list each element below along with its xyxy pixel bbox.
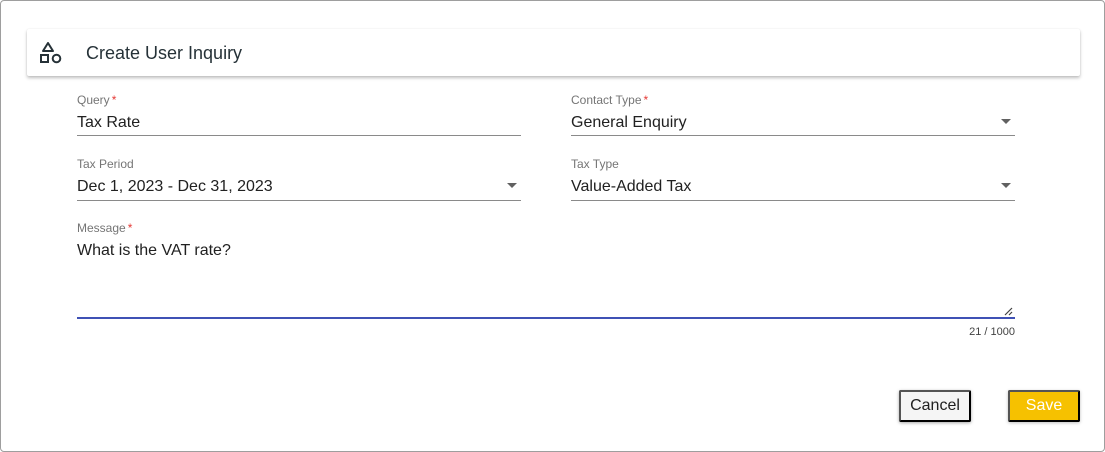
contact-type-select[interactable]: Contact Type * General Enquiry xyxy=(571,93,1015,137)
message-underline xyxy=(77,317,1015,319)
tax-period-value: Dec 1, 2023 - Dec 31, 2023 xyxy=(77,178,273,195)
tax-period-label: Tax Period xyxy=(77,157,134,171)
chevron-down-icon[interactable] xyxy=(507,183,517,188)
character-counter: 21 / 1000 xyxy=(969,326,1015,338)
chevron-down-icon[interactable] xyxy=(1001,119,1011,124)
create-inquiry-dialog: Create User Inquiry Query * Tax Rate Cont… xyxy=(0,0,1105,452)
message-label: Message * xyxy=(77,221,133,235)
tax-type-label: Tax Type xyxy=(571,157,619,171)
query-label: Query * xyxy=(77,93,117,107)
tax-period-select[interactable]: Tax Period Dec 1, 2023 - Dec 31, 2023 xyxy=(77,157,521,203)
message-field[interactable]: Message * What is the VAT rate? 21 / 1000 xyxy=(77,221,1015,341)
save-button[interactable]: Save xyxy=(1008,390,1080,422)
message-textarea[interactable]: What is the VAT rate? xyxy=(77,241,1015,261)
cancel-button[interactable]: Cancel xyxy=(899,390,971,422)
query-input[interactable]: Tax Rate xyxy=(77,113,521,133)
shapes-icon xyxy=(39,41,63,65)
tax-type-value: Value-Added Tax xyxy=(571,178,692,195)
query-field[interactable]: Query * Tax Rate xyxy=(77,93,521,137)
contact-type-value: General Enquiry xyxy=(571,114,687,131)
contact-type-label: Contact Type * xyxy=(571,93,649,107)
chevron-down-icon[interactable] xyxy=(1001,183,1011,188)
tax-type-select[interactable]: Tax Type Value-Added Tax xyxy=(571,157,1015,203)
dialog-header: Create User Inquiry xyxy=(27,29,1080,76)
dialog-title: Create User Inquiry xyxy=(86,43,243,63)
resize-handle-icon[interactable] xyxy=(1003,303,1013,316)
